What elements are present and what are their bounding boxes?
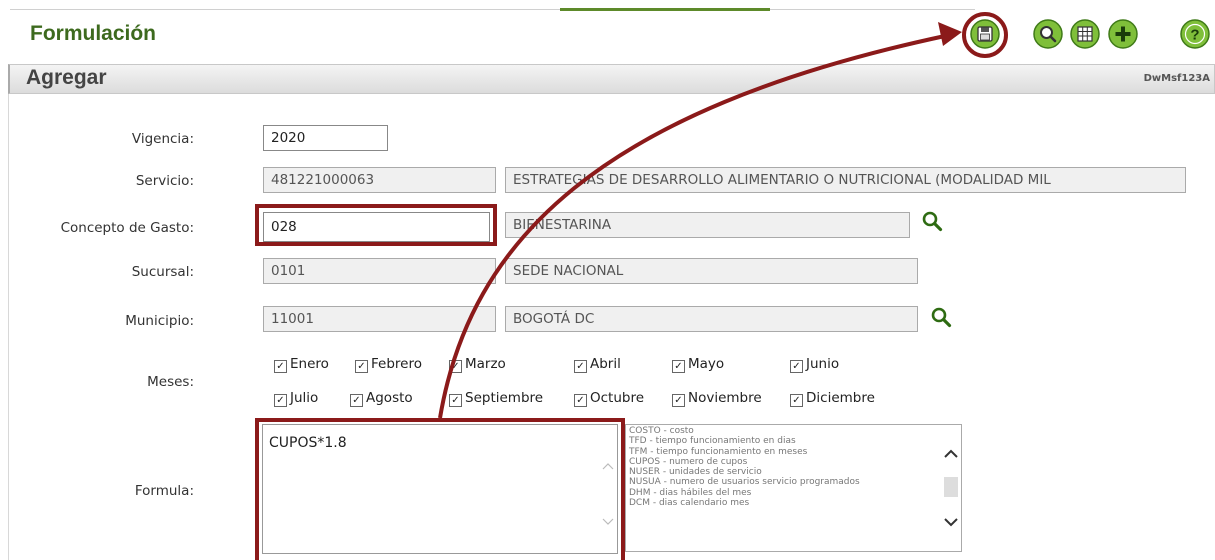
formula-highlight	[255, 418, 625, 560]
meses-label: Meses:	[147, 374, 194, 390]
month-label: Mayo	[688, 356, 725, 372]
variable-item[interactable]: COSTO - costo	[626, 426, 961, 436]
municipio-lookup-icon[interactable]	[930, 306, 952, 328]
grid-icon	[1070, 19, 1100, 49]
grid-button[interactable]	[1070, 19, 1100, 49]
variable-item[interactable]: CUPOS - numero de cupos	[626, 457, 961, 467]
month-checkbox-febrero[interactable]: ✓ Febrero	[355, 356, 422, 373]
active-tab-indicator	[560, 8, 770, 11]
checkbox-icon[interactable]: ✓	[672, 394, 685, 407]
month-label: Agosto	[366, 390, 413, 406]
variable-item[interactable]: DCM - dias calendario mes	[626, 498, 961, 508]
sucursal-code-field: 0101	[263, 258, 496, 284]
variables-list[interactable]: COSTO - costo TFD - tiempo funcionamiento…	[625, 424, 962, 552]
month-label: Junio	[806, 356, 840, 372]
form-code: DwMsf123A	[1143, 73, 1210, 84]
month-checkbox-septiembre[interactable]: ✓ Septiembre	[449, 390, 544, 407]
checkbox-icon[interactable]: ✓	[355, 360, 368, 373]
month-label: Marzo	[465, 356, 506, 372]
top-divider	[10, 9, 975, 10]
checkbox-icon[interactable]: ✓	[672, 360, 685, 373]
variable-item[interactable]: NUSUA - numero de usuarios servicio prog…	[626, 477, 961, 487]
variable-item[interactable]: NUSER - unidades de servicio	[626, 467, 961, 477]
svg-text:?: ?	[1190, 27, 1199, 44]
save-highlight	[962, 12, 1008, 58]
help-icon: ?	[1180, 19, 1210, 49]
month-label: Octubre	[590, 390, 645, 406]
variable-item[interactable]: TFD - tiempo funcionamiento en dias	[626, 436, 961, 446]
checkbox-icon[interactable]: ✓	[790, 360, 803, 373]
variable-item[interactable]: DHM - dias hábiles del mes	[626, 488, 961, 498]
checkbox-icon[interactable]: ✓	[449, 360, 462, 373]
add-icon	[1108, 19, 1138, 49]
checkbox-icon[interactable]: ✓	[574, 360, 587, 373]
servicio-description-field: ESTRATEGIAS DE DESARROLLO ALIMENTARIO O …	[505, 167, 1186, 193]
variables-scrollbar[interactable]	[941, 425, 961, 551]
sucursal-description-field: SEDE NACIONAL	[505, 258, 918, 284]
search-button[interactable]	[1033, 19, 1063, 49]
checkbox-icon[interactable]: ✓	[350, 394, 363, 407]
month-label: Febrero	[371, 356, 422, 372]
month-label: Julio	[290, 390, 319, 406]
help-button[interactable]: ?	[1180, 19, 1210, 49]
month-checkbox-junio[interactable]: ✓ Junio	[790, 356, 840, 373]
month-checkbox-octubre[interactable]: ✓ Octubre	[574, 390, 645, 407]
vigencia-input[interactable]: 2020	[263, 125, 388, 151]
search-icon	[1033, 19, 1063, 49]
month-checkbox-mayo[interactable]: ✓ Mayo	[672, 356, 725, 373]
section-header: Agregar DwMsf123A	[8, 64, 1215, 94]
month-label: Noviembre	[688, 390, 762, 406]
page-title: Formulación	[30, 22, 157, 45]
month-checkbox-agosto[interactable]: ✓ Agosto	[350, 390, 413, 407]
checkbox-icon[interactable]: ✓	[449, 394, 462, 407]
month-checkbox-diciembre[interactable]: ✓ Diciembre	[790, 390, 875, 407]
municipio-label: Municipio:	[125, 313, 194, 329]
checkbox-icon[interactable]: ✓	[790, 394, 803, 407]
formula-label: Formula:	[134, 483, 194, 499]
month-label: Septiembre	[465, 390, 544, 406]
month-checkbox-enero[interactable]: ✓ Enero	[274, 356, 329, 373]
checkbox-icon[interactable]: ✓	[274, 360, 287, 373]
month-checkbox-abril[interactable]: ✓ Abril	[574, 356, 621, 373]
concepto-highlight	[255, 204, 497, 246]
month-label: Enero	[290, 356, 329, 372]
month-checkbox-marzo[interactable]: ✓ Marzo	[449, 356, 506, 373]
sucursal-label: Sucursal:	[131, 264, 194, 280]
concepto-label: Concepto de Gasto:	[60, 220, 194, 236]
month-label: Abril	[590, 356, 621, 372]
month-checkbox-julio[interactable]: ✓ Julio	[274, 390, 319, 407]
add-button[interactable]	[1108, 19, 1138, 49]
variable-item[interactable]: TFM - tiempo funcionamiento en meses	[626, 447, 961, 457]
concepto-description-field: BIENESTARINA	[505, 212, 910, 238]
vigencia-label: Vigencia:	[131, 131, 194, 147]
servicio-code-field: 481221000063	[263, 167, 496, 193]
concepto-lookup-icon[interactable]	[921, 210, 943, 232]
municipio-description-field: BOGOTÁ DC	[505, 306, 918, 332]
checkbox-icon[interactable]: ✓	[274, 394, 287, 407]
month-label: Diciembre	[806, 390, 875, 406]
section-title: Agregar	[26, 66, 107, 89]
month-checkbox-noviembre[interactable]: ✓ Noviembre	[672, 390, 762, 407]
servicio-label: Servicio:	[135, 173, 194, 189]
checkbox-icon[interactable]: ✓	[574, 394, 587, 407]
municipio-code-field: 11001	[263, 306, 496, 332]
